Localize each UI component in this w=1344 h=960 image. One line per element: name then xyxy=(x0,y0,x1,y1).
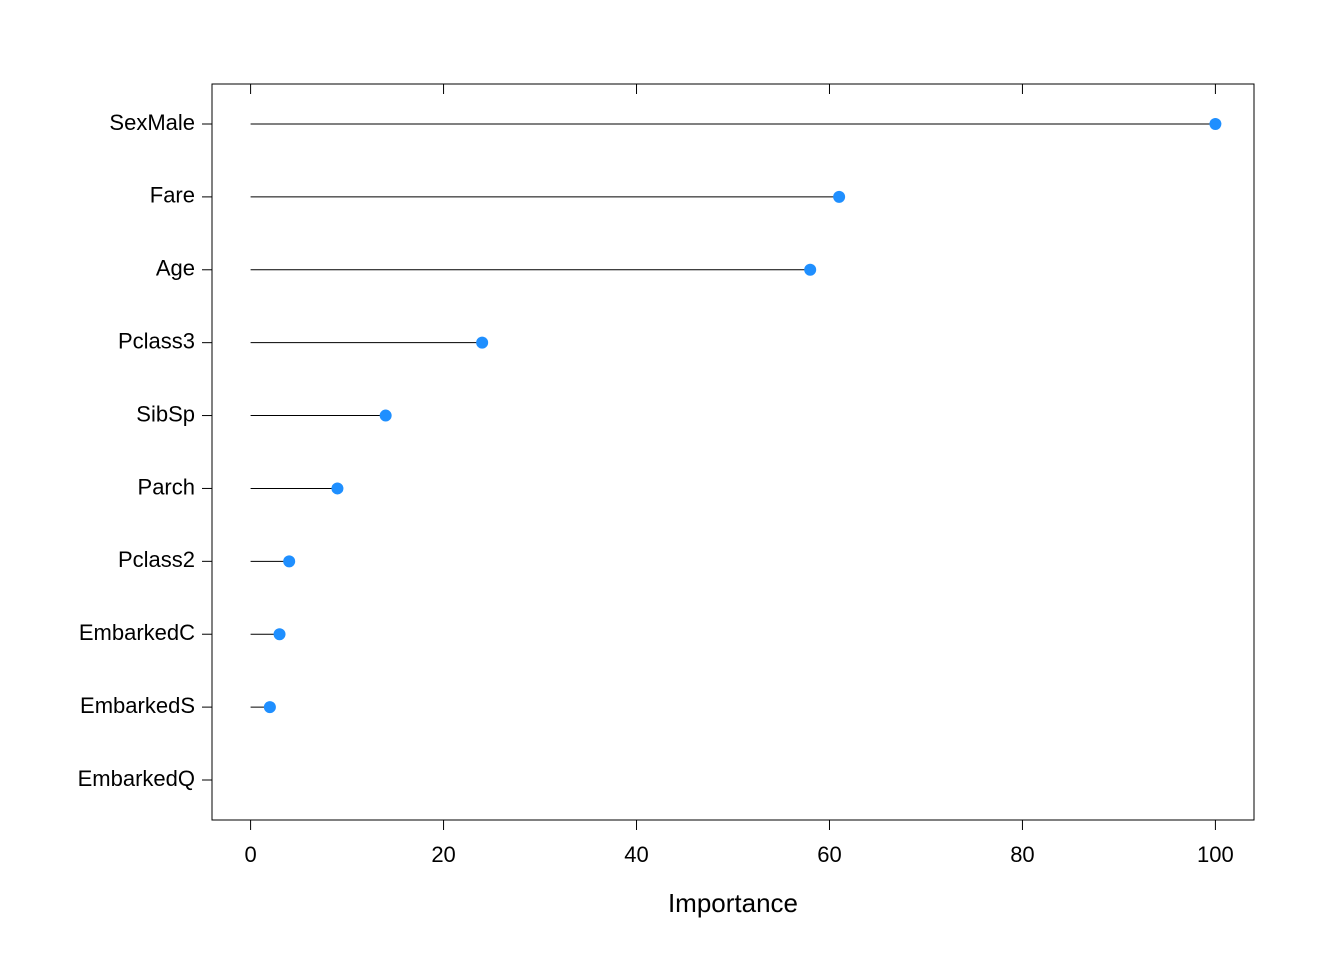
x-tick-label: 80 xyxy=(1010,842,1034,867)
data-point xyxy=(833,191,845,203)
data-point xyxy=(331,482,343,494)
x-tick-label: 20 xyxy=(431,842,455,867)
y-tick-label: EmbarkedC xyxy=(79,620,195,645)
y-tick-label: Fare xyxy=(150,183,195,208)
y-tick-label: EmbarkedS xyxy=(80,693,195,718)
x-tick-label: 100 xyxy=(1197,842,1234,867)
x-tick-label: 40 xyxy=(624,842,648,867)
plot-border xyxy=(212,84,1254,820)
data-point xyxy=(804,264,816,276)
data-point xyxy=(380,410,392,422)
y-tick-label: SexMale xyxy=(109,110,195,135)
y-tick-label: Pclass3 xyxy=(118,328,195,353)
y-tick-label: Pclass2 xyxy=(118,547,195,572)
data-point xyxy=(1209,118,1221,130)
x-tick-label: 0 xyxy=(244,842,256,867)
data-point xyxy=(274,628,286,640)
importance-chart: 0 20 40 60 80 100 Importance SexMale Fare Age Pcla… xyxy=(0,0,1344,960)
y-tick-label: Age xyxy=(156,256,195,281)
data-point xyxy=(283,555,295,567)
y-tick-label: EmbarkedQ xyxy=(78,766,195,791)
x-axis-title: Importance xyxy=(668,888,798,918)
chart-container: 0 20 40 60 80 100 Importance SexMale Fare Age Pcla… xyxy=(0,0,1344,960)
y-tick-label: SibSp xyxy=(136,401,195,426)
data-point xyxy=(264,701,276,713)
y-tick-label: Parch xyxy=(138,474,195,499)
data-point xyxy=(476,337,488,349)
x-tick-label: 60 xyxy=(817,842,841,867)
